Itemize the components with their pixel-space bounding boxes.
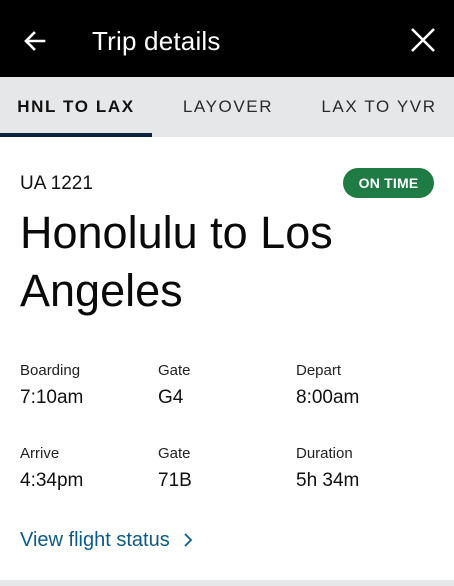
departure-gate-label: Gate	[158, 362, 191, 379]
boarding-label: Boarding	[20, 362, 81, 379]
tab-layover[interactable]: LAYOVER	[152, 77, 304, 137]
departure-gate: G4	[158, 387, 184, 408]
page-title: Trip details	[92, 26, 221, 56]
arrival-gate: 71B	[158, 470, 192, 491]
close-icon	[411, 28, 435, 52]
tab-lax-to-yvr[interactable]: LAX TO YVR	[304, 77, 454, 137]
back-button[interactable]	[18, 24, 52, 58]
depart-time: 8:00am	[296, 387, 360, 408]
app-header: Trip details	[0, 0, 454, 77]
arrival-gate-label: Gate	[158, 445, 191, 462]
arrive-label: Arrive	[20, 445, 60, 462]
duration-value: 5h 34m	[296, 470, 360, 491]
depart-label: Depart	[296, 362, 342, 379]
status-badge: ON TIME	[343, 168, 434, 198]
route-title: Honolulu to Los Angeles	[20, 207, 333, 316]
segment-tabs: HNL TO LAX LAYOVER LAX TO YVR	[0, 77, 454, 137]
boarding-time: 7:10am	[20, 387, 84, 408]
flight-number: UA 1221	[20, 173, 93, 194]
arrow-left-icon	[24, 31, 46, 51]
duration-label: Duration	[296, 445, 353, 462]
arrive-time: 4:34pm	[20, 470, 84, 491]
view-flight-status-label: View flight status	[20, 529, 170, 551]
bottom-divider	[0, 580, 454, 586]
active-tab-indicator	[0, 133, 152, 137]
chevron-right-icon	[182, 531, 194, 549]
close-button[interactable]	[406, 22, 440, 58]
view-flight-status-link[interactable]: View flight status	[20, 527, 194, 553]
tab-hnl-to-lax[interactable]: HNL TO LAX	[0, 77, 152, 137]
